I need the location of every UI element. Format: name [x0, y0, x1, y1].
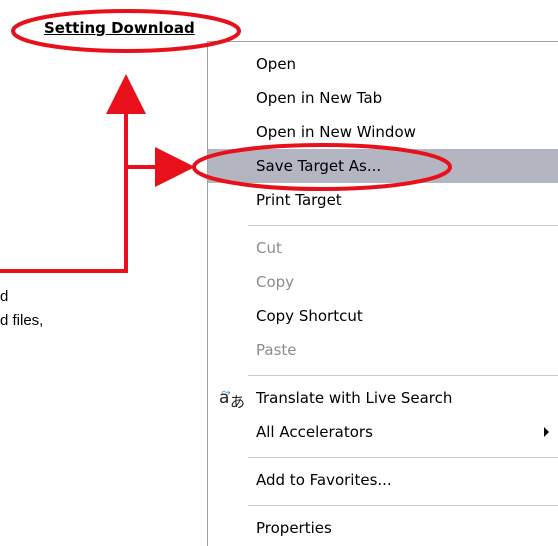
menu-item-paste: Paste [208, 333, 558, 367]
menu-item-label: Paste [256, 341, 297, 359]
setting-download-link[interactable]: Setting Download [44, 19, 195, 37]
context-menu: Open Open in New Tab Open in New Window … [207, 41, 558, 546]
menu-separator [248, 225, 558, 226]
menu-item-label: Print Target [256, 191, 342, 209]
menu-item-properties[interactable]: Properties [208, 511, 558, 545]
menu-item-label: Copy Shortcut [256, 307, 363, 325]
menu-separator [248, 375, 558, 376]
menu-item-add-to-favorites[interactable]: Add to Favorites... [208, 463, 558, 497]
menu-separator [248, 457, 558, 458]
submenu-arrow-icon [544, 427, 549, 437]
menu-item-label: All Accelerators [256, 423, 373, 441]
menu-item-copy-shortcut[interactable]: Copy Shortcut [208, 299, 558, 333]
menu-item-copy: Copy [208, 265, 558, 299]
partial-text-line-2: d files, [0, 312, 44, 329]
menu-item-label: Cut [256, 239, 282, 257]
menu-item-translate[interactable]: ⤳ a あ Translate with Live Search [208, 381, 558, 415]
menu-item-label: Save Target As... [256, 157, 382, 175]
translate-icon: ⤳ a あ [219, 385, 246, 411]
annotation-arrow-up [0, 74, 146, 273]
menu-separator [248, 505, 558, 506]
menu-item-open-new-window[interactable]: Open in New Window [208, 115, 558, 149]
menu-item-save-target-as[interactable]: Save Target As... [208, 149, 558, 183]
menu-item-label: Translate with Live Search [256, 389, 453, 407]
menu-item-open-new-tab[interactable]: Open in New Tab [208, 81, 558, 115]
menu-item-open[interactable]: Open [208, 47, 558, 81]
menu-item-cut: Cut [208, 231, 558, 265]
menu-item-label: Properties [256, 519, 332, 537]
partial-text-line-1: d [0, 288, 9, 305]
menu-item-print-target[interactable]: Print Target [208, 183, 558, 217]
menu-item-label: Open in New Tab [256, 89, 383, 107]
menu-item-label: Add to Favorites... [256, 471, 392, 489]
menu-item-all-accelerators[interactable]: All Accelerators [208, 415, 558, 449]
menu-item-label: Open [256, 55, 297, 73]
menu-item-label: Copy [256, 273, 295, 291]
menu-item-label: Open in New Window [256, 123, 416, 141]
